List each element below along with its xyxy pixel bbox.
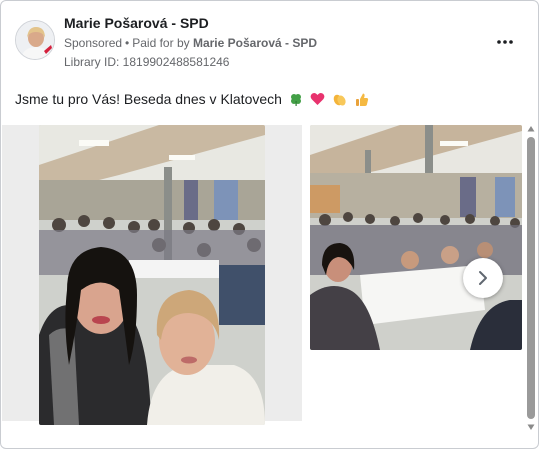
audience-photo — [310, 125, 522, 350]
more-horizontal-icon — [497, 40, 513, 44]
avatar-portrait — [16, 21, 54, 59]
scroll-up-icon[interactable] — [527, 125, 535, 133]
sponsored-line: Sponsored • Paid for by Marie Pošarová - S… — [64, 36, 317, 50]
page-name[interactable]: Marie Pošarová - SPD — [64, 15, 209, 31]
page-avatar[interactable] — [15, 20, 55, 60]
paid-for-by-name[interactable]: Marie Pošarová - SPD — [193, 36, 317, 50]
thumbs-up-emoji — [354, 91, 370, 107]
selfie-photo — [39, 125, 265, 425]
library-id: Library ID: 1819902488581246 — [64, 55, 230, 69]
ad-card: Marie Pošarová - SPD Sponsored • Paid for … — [0, 0, 539, 449]
carousel-image-audience[interactable] — [310, 125, 522, 350]
separator-dot: • — [125, 36, 130, 50]
sponsored-label: Sponsored — [64, 36, 123, 50]
scroll-down-icon[interactable] — [527, 423, 535, 431]
clover-emoji — [288, 91, 304, 107]
paid-for-by-label: Paid for by — [132, 36, 190, 50]
heart-emoji — [310, 91, 326, 107]
vertical-scrollbar[interactable] — [524, 125, 538, 435]
image-carousel — [1, 125, 538, 425]
chevron-right-icon — [479, 271, 487, 285]
post-text-content: Jsme tu pro Vás! Beseda dnes v Klatovech — [15, 91, 282, 107]
clapping-hands-emoji — [332, 91, 348, 107]
carousel-image-selfie[interactable] — [39, 125, 265, 425]
post-text: Jsme tu pro Vás! Beseda dnes v Klatovech — [15, 91, 370, 107]
scrollbar-thumb[interactable] — [527, 137, 535, 419]
carousel-next-button[interactable] — [463, 258, 503, 298]
more-options-button[interactable] — [494, 31, 516, 53]
